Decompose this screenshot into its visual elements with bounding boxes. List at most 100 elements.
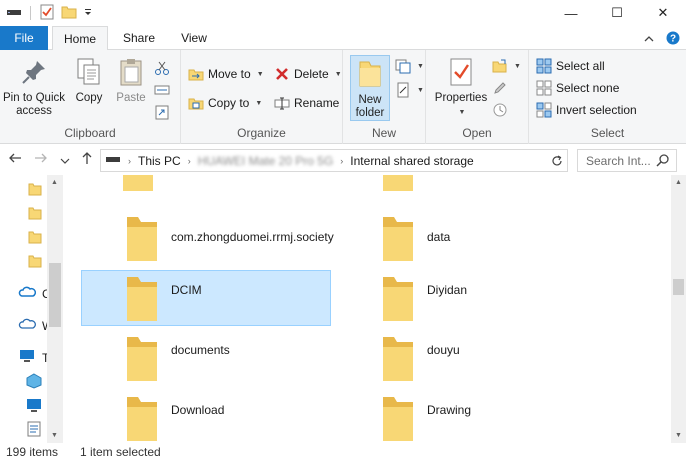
svg-text:?: ? [670, 34, 676, 45]
tab-share[interactable]: Share [116, 26, 162, 50]
scissors-icon [154, 60, 170, 76]
ribbon-tabs: File Home Share View ? [0, 26, 686, 51]
tab-file[interactable]: File [0, 26, 48, 50]
nav-item-desktop[interactable] [26, 397, 42, 416]
nav-item[interactable] [28, 253, 42, 272]
recent-locations-button[interactable] [60, 153, 70, 169]
scrollbar-thumb[interactable] [49, 263, 61, 327]
customize-qat-dropdown-icon[interactable] [83, 4, 93, 23]
scroll-down-arrow-icon[interactable]: ▼ [675, 432, 682, 439]
nav-item-this-pc[interactable]: T [18, 349, 49, 366]
copy-to-button[interactable]: Copy to ▼ [188, 93, 262, 113]
folder-item[interactable]: documents [81, 331, 331, 387]
folder-name: DCIM [171, 283, 202, 297]
copy-button[interactable]: Copy [72, 56, 106, 105]
documents-icon [26, 421, 42, 440]
select-none-button[interactable]: Select none [536, 78, 619, 98]
copy-to-icon [188, 95, 204, 111]
move-to-icon [188, 66, 204, 82]
nav-item-3d-objects[interactable] [26, 373, 42, 392]
breadcrumb-internal-storage[interactable]: Internal shared storage [346, 154, 477, 168]
breadcrumb-this-pc[interactable]: This PC [134, 154, 185, 168]
edit-button[interactable] [492, 78, 508, 98]
refresh-button[interactable] [545, 149, 568, 172]
folder-item[interactable]: Diyidan [337, 271, 587, 327]
scrollbar-thumb[interactable] [673, 279, 684, 295]
close-icon: ✕ [657, 5, 669, 20]
new-folder-button[interactable]: New folder [350, 55, 390, 121]
scroll-up-arrow-icon[interactable]: ▲ [51, 179, 58, 186]
select-none-icon [536, 80, 552, 96]
cut-button[interactable] [154, 58, 170, 78]
maximize-button[interactable]: ☐ [594, 0, 640, 26]
scroll-down-arrow-icon[interactable]: ▼ [51, 432, 58, 439]
folder-item[interactable]: data [337, 211, 587, 267]
address-bar[interactable]: › This PC › HUAWEI Mate 20 Pro 5G › Inte… [100, 149, 568, 172]
folder-item[interactable]: Download [81, 391, 331, 443]
folder-item[interactable]: com.zhongduomei.rrmj.society [81, 211, 334, 267]
folder-name: documents [171, 343, 230, 357]
open-button[interactable]: ▼ [492, 56, 521, 76]
nav-item[interactable] [28, 205, 42, 224]
forward-arrow-icon [35, 153, 47, 163]
copy-path-button[interactable] [154, 80, 170, 100]
easy-access-button[interactable]: ▼ [395, 80, 424, 100]
up-button[interactable] [80, 151, 94, 168]
nav-item-documents[interactable] [26, 421, 42, 440]
back-button[interactable] [8, 151, 22, 168]
help-icon[interactable]: ? [666, 31, 680, 48]
tab-view[interactable]: View [174, 26, 214, 50]
nav-item[interactable] [28, 229, 42, 248]
select-all-label: Select all [556, 59, 605, 73]
device-drive-icon [101, 153, 125, 168]
network-icon [18, 317, 36, 334]
title-bar: — ☐ ✕ [0, 0, 686, 26]
properties-check-icon[interactable] [39, 4, 55, 23]
expand-ribbon-chevron-icon[interactable] [644, 33, 654, 47]
breadcrumb-chevron-icon[interactable]: › [337, 156, 346, 166]
invert-selection-button[interactable]: Invert selection [536, 100, 637, 120]
folder-item-selected[interactable]: DCIM [81, 270, 331, 326]
search-input[interactable]: Search Int... [586, 154, 651, 168]
pin-to-quick-access-button[interactable]: Pin to Quick access [2, 56, 66, 118]
folder-item[interactable] [337, 175, 587, 199]
tab-home[interactable]: Home [52, 26, 108, 51]
open-folder-icon [492, 58, 508, 74]
folder-icon [28, 229, 42, 248]
folder-icon [125, 333, 159, 388]
folder-item[interactable]: douyu [337, 331, 587, 387]
new-item-button[interactable]: ▼ [395, 56, 424, 76]
breadcrumb-chevron-icon[interactable]: › [125, 156, 134, 166]
folder-icon [28, 253, 42, 272]
minimize-button[interactable]: — [548, 0, 594, 26]
navigation-pane-scrollbar[interactable]: ▲ ▼ [47, 175, 63, 443]
folder-name: Download [171, 403, 225, 417]
clipboard-group-label: Clipboard [64, 126, 116, 140]
scroll-up-arrow-icon[interactable]: ▲ [675, 179, 682, 186]
select-all-button[interactable]: Select all [536, 56, 605, 76]
new-folder-qat-icon[interactable] [61, 4, 77, 23]
close-button[interactable]: ✕ [640, 0, 686, 26]
forward-button[interactable] [34, 151, 48, 168]
breadcrumb-chevron-icon[interactable]: › [185, 156, 194, 166]
properties-button[interactable]: Properties ▼ [432, 56, 490, 119]
paste-shortcut-button[interactable] [154, 102, 170, 122]
paste-button[interactable]: Paste [112, 56, 150, 105]
search-box[interactable]: Search Int... [577, 149, 677, 172]
rename-button[interactable]: Rename [274, 93, 339, 113]
minimize-icon: — [564, 5, 578, 21]
nav-item-onedrive[interactable]: C [18, 285, 51, 302]
move-to-button[interactable]: Move to ▼ [188, 64, 264, 84]
folder-item[interactable]: Drawing [337, 391, 587, 443]
file-list-scrollbar[interactable]: ▲ ▼ [671, 175, 686, 443]
select-none-label: Select none [556, 81, 620, 95]
open-dropdown-icon: ▼ [514, 62, 521, 70]
new-folder-label: New folder [355, 94, 385, 119]
delete-button[interactable]: Delete ▼ [274, 64, 342, 84]
nav-item[interactable] [28, 181, 42, 200]
open-group-label: Open [462, 126, 492, 140]
folder-item[interactable] [81, 175, 331, 199]
history-button[interactable] [492, 100, 508, 120]
this-pc-icon [18, 349, 36, 366]
breadcrumb-device[interactable]: HUAWEI Mate 20 Pro 5G [194, 154, 338, 168]
